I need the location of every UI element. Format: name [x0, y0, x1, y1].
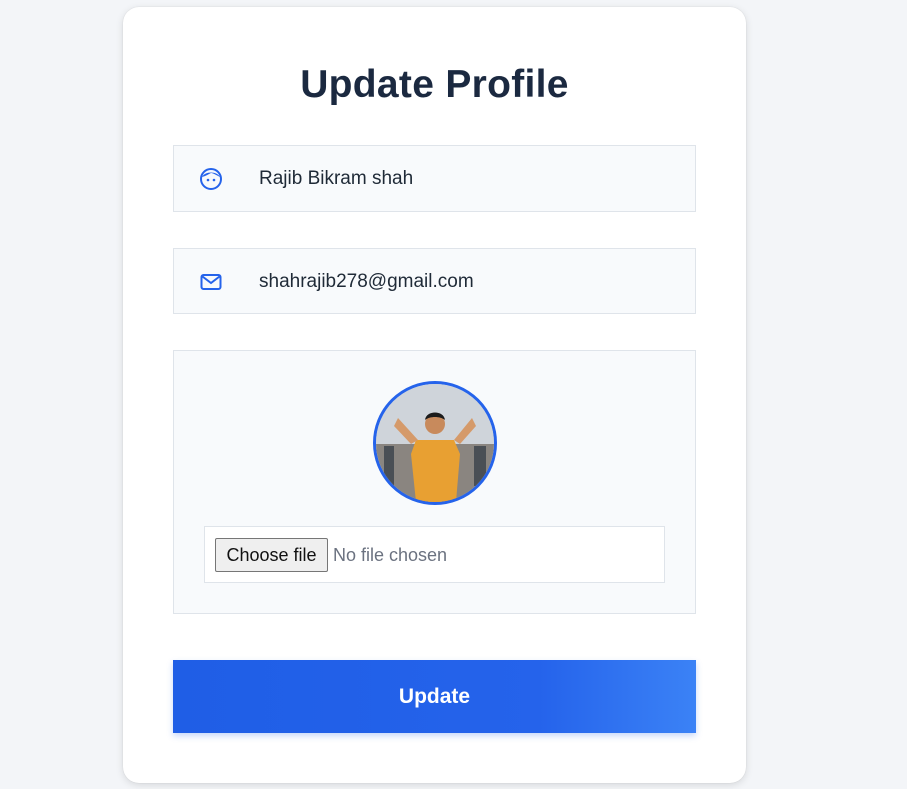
photo-upload-section: Choose file No file chosen	[173, 350, 696, 614]
file-input[interactable]: Choose file No file chosen	[204, 526, 665, 583]
name-value: Rajib Bikram shah	[259, 168, 414, 189]
avatar	[373, 381, 497, 505]
file-status-text: No file chosen	[333, 545, 448, 565]
email-field[interactable]: shahrajib278@gmail.com	[173, 248, 696, 314]
update-button[interactable]: Update	[173, 660, 696, 733]
choose-file-button[interactable]: Choose file	[215, 538, 328, 572]
profile-card: Update Profile Rajib Bikram shah shahraj…	[123, 7, 746, 783]
name-field[interactable]: Rajib Bikram shah	[173, 145, 696, 212]
email-value: shahrajib278@gmail.com	[259, 271, 474, 292]
face-icon	[199, 167, 223, 191]
page-title: Update Profile	[300, 63, 569, 106]
mail-icon	[199, 270, 223, 294]
